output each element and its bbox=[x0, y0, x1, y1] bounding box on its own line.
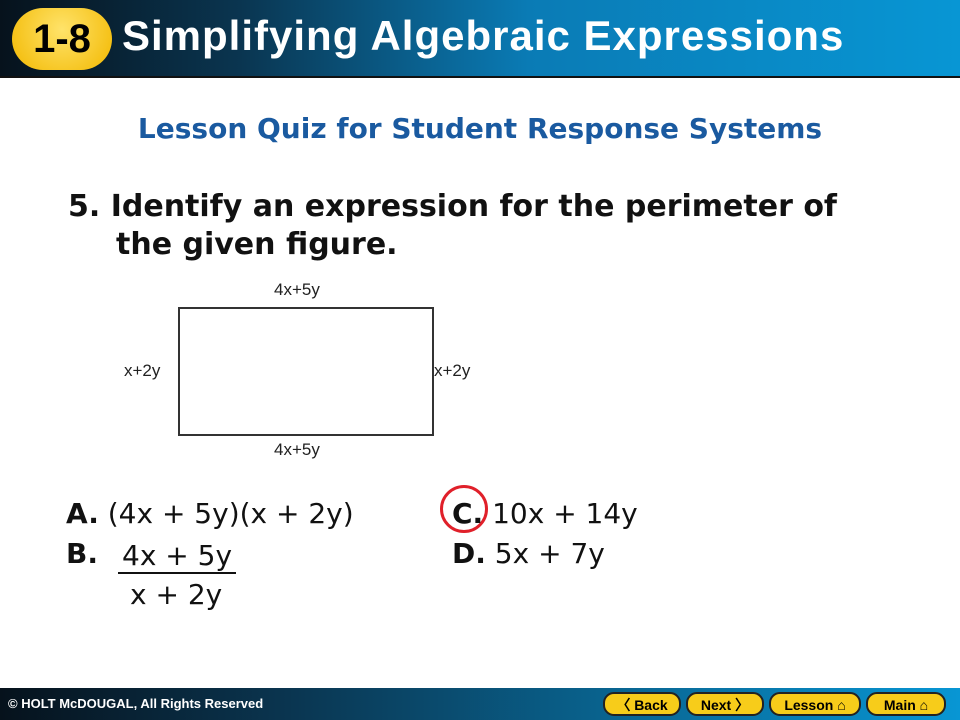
answer-b-numerator: 4x + 5y bbox=[118, 539, 237, 574]
lesson-button[interactable]: Lesson ⌂ bbox=[769, 692, 861, 716]
back-button[interactable]: 〈 Back bbox=[603, 692, 681, 716]
answer-text: (4x + 5y)(x + 2y) bbox=[107, 497, 354, 530]
letter: B. bbox=[66, 537, 98, 570]
answer-text: 5x + 7y bbox=[494, 537, 605, 570]
letter: D. bbox=[452, 537, 486, 570]
rectangle-figure bbox=[178, 307, 434, 436]
label-left: x+2y bbox=[124, 361, 161, 380]
answer-b[interactable]: B. bbox=[66, 537, 98, 570]
label-right: x+2y bbox=[434, 361, 471, 380]
question: 5. Identify an expression for the perime… bbox=[68, 188, 837, 264]
copyright: © HOLT McDOUGAL, All Rights Reserved bbox=[8, 696, 264, 711]
main-button[interactable]: Main ⌂ bbox=[866, 692, 946, 716]
header-bar: 1-8 Simplifying Algebraic Expressions bbox=[0, 0, 960, 78]
lesson-badge: 1-8 bbox=[12, 8, 112, 70]
subtitle: Lesson Quiz for Student Response Systems bbox=[137, 112, 823, 145]
next-button[interactable]: Next 〉 bbox=[686, 692, 764, 716]
letter: C. bbox=[452, 497, 484, 530]
question-line: the given figure. bbox=[116, 227, 398, 262]
label-top: 4x+5y bbox=[274, 280, 320, 299]
answer-c[interactable]: C. 10x + 14y bbox=[452, 497, 638, 530]
answer-d[interactable]: D. 5x + 7y bbox=[452, 537, 605, 570]
label-bottom: 4x+5y bbox=[274, 440, 320, 459]
footer-bar: © HOLT McDOUGAL, All Rights Reserved 〈 B… bbox=[0, 688, 960, 720]
answer-b-denominator: x + 2y bbox=[130, 578, 223, 611]
page-title: Simplifying Algebraic Expressions bbox=[122, 12, 845, 59]
question-line: 5. Identify an expression for the perime… bbox=[68, 189, 837, 224]
answer-text: 10x + 14y bbox=[492, 497, 638, 530]
letter: A. bbox=[66, 497, 99, 530]
answer-a[interactable]: A. (4x + 5y)(x + 2y) bbox=[66, 497, 354, 530]
